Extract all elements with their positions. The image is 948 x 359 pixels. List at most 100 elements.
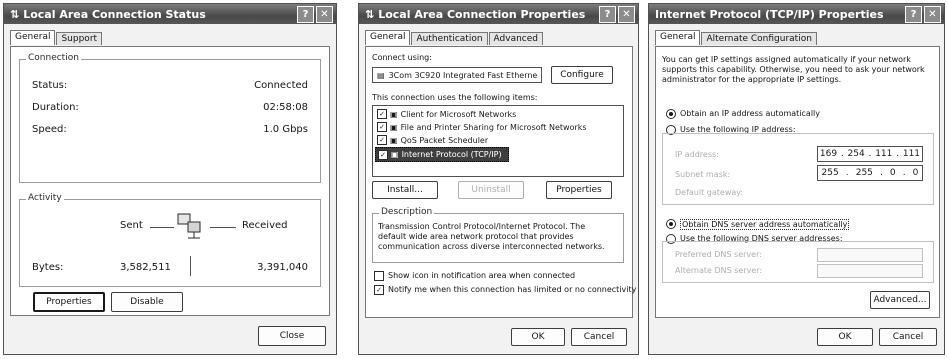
close-button[interactable]: Close: [258, 326, 326, 346]
list-item[interactable]: ✓ ▣ QoS Packet Scheduler: [377, 135, 488, 145]
cancel-button[interactable]: Cancel: [879, 328, 937, 346]
tab-general[interactable]: General: [655, 30, 701, 45]
cancel-button[interactable]: Cancel: [571, 328, 627, 346]
obtain-ip-radio[interactable]: [666, 109, 676, 119]
window-title: Local Area Connection Properties: [378, 7, 586, 21]
tab-general[interactable]: General: [10, 30, 56, 45]
sharing-icon: ▣: [390, 122, 398, 132]
activity-group: Activity Sent Received Bytes: 3,582,511 …: [19, 193, 321, 287]
ip-address-label: IP address:: [675, 150, 719, 159]
ip-octet: 111: [902, 149, 921, 159]
ip-octet: 169: [819, 149, 838, 159]
title-bar[interactable]: ⇅ Local Area Connection Properties ? ✕: [359, 4, 638, 24]
obtain-ip-label: Obtain an IP address automatically: [680, 109, 821, 118]
ip-group: IP address: 169. 254. 111. 111 Subnet ma…: [662, 133, 934, 205]
item-label: Client for Microsoft Networks: [400, 109, 517, 119]
adapter-field: ▤ 3Com 3C920 Integrated Fast Etherne: [372, 67, 542, 83]
alternate-dns-field[interactable]: [817, 264, 923, 278]
close-icon[interactable]: ✕: [316, 6, 333, 23]
duration-value: 02:58:08: [263, 102, 308, 113]
obtain-dns-radio[interactable]: [666, 219, 676, 229]
tab-advanced[interactable]: Advanced: [488, 32, 544, 45]
list-item[interactable]: ✓ ▣ Client for Microsoft Networks: [377, 109, 516, 119]
description-group: Description Transmission Control Protoco…: [372, 207, 624, 263]
close-icon[interactable]: ✕: [924, 6, 941, 23]
description-text: Transmission Control Protocol/Internet P…: [378, 222, 605, 251]
item-checkbox[interactable]: ✓: [377, 122, 387, 132]
items-label: This connection uses the following items…: [372, 93, 538, 102]
subnet-field[interactable]: 255. 255. 0. 0: [817, 165, 923, 181]
uninstall-button[interactable]: Uninstall: [458, 181, 524, 199]
bytes-divider: [190, 256, 191, 276]
subnet-octet: 255: [855, 168, 873, 178]
subnet-octet: 0: [912, 168, 919, 178]
bytes-received-value: 3,391,040: [257, 262, 308, 273]
gateway-label: Default gateway:: [675, 188, 744, 197]
sent-line: [150, 227, 174, 228]
connection-properties-window: ⇅ Local Area Connection Properties ? ✕ G…: [358, 3, 639, 355]
subnet-octet: 255: [821, 168, 839, 178]
tab-general[interactable]: General: [365, 30, 411, 45]
connect-using-label: Connect using:: [372, 53, 432, 62]
item-checkbox[interactable]: ✓: [377, 109, 387, 119]
duration-label: Duration:: [32, 102, 79, 113]
speed-value: 1.0 Gbps: [263, 124, 308, 135]
dns-group: Preferred DNS server: Alternate DNS serv…: [662, 241, 934, 283]
alternate-dns-label: Alternate DNS server:: [675, 266, 763, 275]
notify-checkbox[interactable]: ✓: [374, 285, 384, 295]
tab-panel: Connect using: ▤ 3Com 3C920 Integrated F…: [365, 46, 636, 318]
client-icon: ▣: [390, 109, 398, 119]
tab-strip: General Alternate Configuration: [655, 30, 938, 45]
intro-text: You can get IP settings assigned automat…: [662, 55, 925, 84]
status-label: Status:: [32, 80, 68, 91]
advanced-button[interactable]: Advanced...: [870, 291, 930, 309]
item-label: QoS Packet Scheduler: [400, 135, 489, 145]
bytes-label: Bytes:: [32, 262, 64, 273]
items-list[interactable]: ✓ ▣ Client for Microsoft Networks ✓ ▣ Fi…: [372, 105, 624, 177]
ok-button[interactable]: OK: [511, 328, 565, 346]
connection-status-window: ⇅ Local Area Connection Status ? ✕ Gener…: [3, 3, 337, 355]
properties-button[interactable]: Properties: [33, 292, 105, 312]
received-line: [210, 227, 236, 228]
subnet-label: Subnet mask:: [675, 170, 731, 179]
bytes-sent-value: 3,582,511: [120, 262, 171, 273]
activity-label: Activity: [26, 193, 64, 203]
configure-button[interactable]: Configure: [551, 66, 613, 84]
tab-panel: You can get IP settings assigned automat…: [655, 46, 940, 318]
tab-support[interactable]: Support: [56, 32, 103, 45]
computers-icon: [177, 213, 201, 239]
tcpip-properties-window: Internet Protocol (TCP/IP) Properties ? …: [648, 3, 945, 355]
tab-strip: General Authentication Advanced: [365, 30, 632, 45]
item-label: Internet Protocol (TCP/IP): [401, 150, 502, 159]
preferred-dns-label: Preferred DNS server:: [675, 250, 762, 259]
disable-button[interactable]: Disable: [111, 292, 183, 312]
item-label: File and Printer Sharing for Microsoft N…: [400, 122, 587, 132]
help-button[interactable]: ?: [297, 6, 314, 23]
tab-alternate-configuration[interactable]: Alternate Configuration: [701, 32, 817, 45]
tab-authentication[interactable]: Authentication: [411, 32, 488, 45]
preferred-dns-field[interactable]: [817, 248, 923, 262]
install-button[interactable]: Install...: [372, 181, 438, 199]
network-icon: ⇅: [10, 7, 20, 21]
title-bar[interactable]: Internet Protocol (TCP/IP) Properties ? …: [649, 4, 944, 24]
help-button[interactable]: ?: [599, 6, 616, 23]
window-title: Local Area Connection Status: [23, 7, 206, 21]
item-checkbox[interactable]: ✓: [378, 149, 388, 160]
status-value: Connected: [254, 80, 308, 91]
ip-octet: 111: [875, 149, 893, 159]
ip-address-field[interactable]: 169. 254. 111. 111: [817, 146, 923, 162]
connection-group: Connection Status: Connected Duration: 0…: [19, 53, 321, 183]
show-icon-checkbox[interactable]: [374, 271, 384, 281]
help-button[interactable]: ?: [905, 6, 922, 23]
list-item-selected[interactable]: ✓ ▣ Internet Protocol (TCP/IP): [375, 147, 509, 162]
obtain-dns-label: Obtain DNS server address automatically: [680, 219, 850, 230]
close-icon[interactable]: ✕: [618, 6, 635, 23]
list-item[interactable]: ✓ ▣ File and Printer Sharing for Microso…: [377, 122, 587, 132]
subnet-octet: 0: [889, 168, 896, 178]
properties-button[interactable]: Properties: [546, 181, 612, 199]
title-bar[interactable]: ⇅ Local Area Connection Status ? ✕: [4, 4, 336, 24]
connection-label: Connection: [26, 53, 81, 63]
ok-button[interactable]: OK: [817, 328, 873, 346]
description-label: Description: [379, 207, 435, 217]
item-checkbox[interactable]: ✓: [377, 135, 387, 145]
